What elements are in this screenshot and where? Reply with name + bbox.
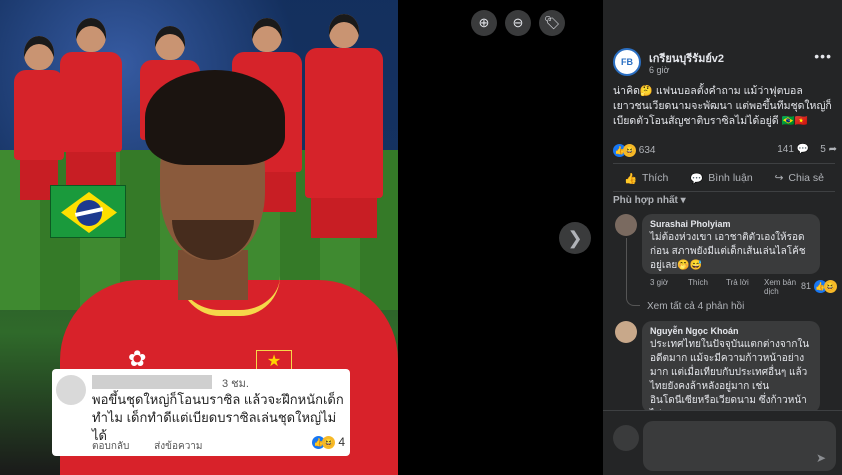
background-player — [14, 36, 64, 200]
media-viewer: ✿ ★ 3 ชม. พอขึ้นชุดใหญ่ก็โอนบราซิล แล้วจ… — [0, 0, 603, 475]
haha-reaction-icon: 😆 — [623, 144, 636, 157]
comment-bubble: Nguyễn Ngọc Khoán ประเทศไทยในปัจจุบันแตก… — [642, 321, 820, 410]
comment-time[interactable]: 3 giờ — [650, 278, 674, 296]
reaction-count: 634 — [638, 145, 656, 157]
comment-bubble: Surashai Pholyiam ไม่ต้องห่วงเขา เอาชาติ… — [642, 214, 820, 274]
comment-button[interactable]: 💬 Bình luận — [690, 172, 752, 185]
zoom-in-icon[interactable]: ⊕ — [471, 10, 497, 36]
comment-share-counts: 141 💬 5 ➦ — [777, 144, 837, 155]
comment-like-link[interactable]: Thích — [688, 278, 712, 296]
user-avatar — [613, 425, 639, 451]
comment-label: Bình luận — [708, 172, 753, 184]
sort-label: Phù hợp nhất — [613, 195, 678, 206]
comment-reactions[interactable]: 81 👍😆 — [801, 280, 837, 293]
reaction-summary[interactable]: 👍😆 634 — [613, 144, 655, 157]
post-text: น่าคิด🤔 แฟนบอลตั้งคำถาม แม้ว่าฟุตบอลเยาว… — [613, 85, 832, 127]
commenter-avatar[interactable] — [615, 214, 637, 236]
comment-sort-dropdown[interactable]: Phù hợp nhất ▾ — [613, 195, 686, 206]
zoom-out-icon[interactable]: ⊖ — [505, 10, 531, 36]
viewer-toolbar: ⊕ ⊖ 🏷 — [471, 10, 565, 36]
share-arrow-icon: ➦ — [828, 144, 837, 155]
share-label: Chia sẻ — [788, 172, 825, 184]
comment-meta: 3 giờ Thích Trả lời Xem bản dịch — [650, 278, 804, 296]
post-side-panel: FB เกรียนบุรีรัมย์v2 6 giờ ••• น่าคิด🤔 แ… — [603, 0, 842, 475]
tag-icon[interactable]: 🏷 — [539, 10, 565, 36]
post-photo[interactable]: ✿ ★ 3 ชม. พอขึ้นชุดใหญ่ก็โอนบราซิล แล้วจ… — [0, 0, 398, 475]
post-header: FB เกรียนบุรีรัมย์v2 6 giờ ••• — [613, 48, 838, 80]
embedded-comment-time: 3 ชม. — [222, 378, 249, 390]
post-stats: 👍😆 634 141 💬 5 ➦ — [613, 143, 841, 159]
share-icon: ↪ — [774, 172, 784, 184]
comment-item: Nguyễn Ngọc Khoán ประเทศไทยในปัจจุบันแตก… — [615, 321, 840, 410]
haha-reaction-icon: 😆 — [322, 436, 335, 450]
screen: ✿ ★ 3 ชม. พอขึ้นชุดใหญ่ก็โอนบราซิล แล้วจ… — [0, 0, 842, 475]
like-button[interactable]: 👍 Thích — [624, 172, 668, 185]
embedded-reactions: 👍😆 4 — [312, 435, 346, 450]
haha-reaction-icon: 😆 — [823, 280, 837, 293]
chevron-down-icon: ▾ — [680, 195, 686, 206]
embedded-send-label: ส่งข้อความ — [154, 441, 203, 452]
blurred-avatar — [56, 375, 86, 405]
comment-text: ประเทศไทยในปัจจุบันแตกต่างจากในอดีตมาก แ… — [650, 339, 810, 410]
blurred-name — [92, 375, 212, 389]
post-actions: 👍 Thích 💬 Bình luận ↪ Chia sẻ — [613, 167, 835, 189]
share-count[interactable]: 5 — [820, 144, 826, 155]
comment-item: Surashai Pholyiam ไม่ต้องห่วงเขา เอาชาติ… — [615, 214, 840, 304]
comment-bubble-icon: 💬 — [796, 144, 810, 155]
comment-composer: ➤ — [603, 410, 842, 475]
comment-translate-link[interactable]: Xem bản dịch — [764, 278, 804, 296]
comment-input[interactable]: ➤ — [643, 421, 836, 471]
divider — [613, 163, 835, 164]
send-icon[interactable]: ➤ — [816, 451, 826, 465]
see-all-replies-link[interactable]: Xem tất cả 4 phản hồi — [647, 301, 744, 312]
embedded-comment-screenshot: 3 ชม. พอขึ้นชุดใหญ่ก็โอนบราซิล แล้วจะฝึก… — [52, 369, 350, 456]
panel-scroll-area[interactable]: FB เกรียนบุรีรัมย์v2 6 giờ ••• น่าคิด🤔 แ… — [603, 0, 842, 410]
embedded-reaction-count: 4 — [338, 435, 346, 449]
chevron-right-icon: ❯ — [567, 227, 583, 248]
comment-text: ไม่ต้องห่วงเขา เอาชาติตัวเองให้รอดก่อน ส… — [650, 232, 806, 271]
next-photo-button[interactable]: ❯ — [559, 222, 591, 254]
embedded-comment-actions: ตอบกลับ ส่งข้อความ — [92, 439, 225, 454]
comment-reaction-count: 81 — [801, 280, 812, 291]
page-avatar[interactable]: FB — [613, 48, 641, 76]
share-button[interactable]: ↪ Chia sẻ — [775, 172, 824, 184]
more-options-icon[interactable]: ••• — [814, 48, 832, 64]
commenter-name[interactable]: Surashai Pholyiam — [650, 219, 812, 229]
thumbs-up-icon: 👍 — [623, 172, 638, 185]
commenter-avatar[interactable] — [615, 321, 637, 343]
embedded-reply-label: ตอบกลับ — [92, 441, 130, 452]
comment-icon: 💬 — [690, 172, 704, 185]
post-time[interactable]: 6 giờ — [649, 65, 669, 75]
embedded-comment-text: พอขึ้นชุดใหญ่ก็โอนบราซิล แล้วจะฝึกหนักเด… — [92, 392, 344, 443]
commenter-name[interactable]: Nguyễn Ngọc Khoán — [650, 326, 812, 336]
divider — [613, 191, 835, 192]
like-label: Thích — [642, 172, 669, 184]
comment-reply-link[interactable]: Trả lời — [726, 278, 750, 296]
comment-count[interactable]: 141 — [777, 144, 794, 155]
